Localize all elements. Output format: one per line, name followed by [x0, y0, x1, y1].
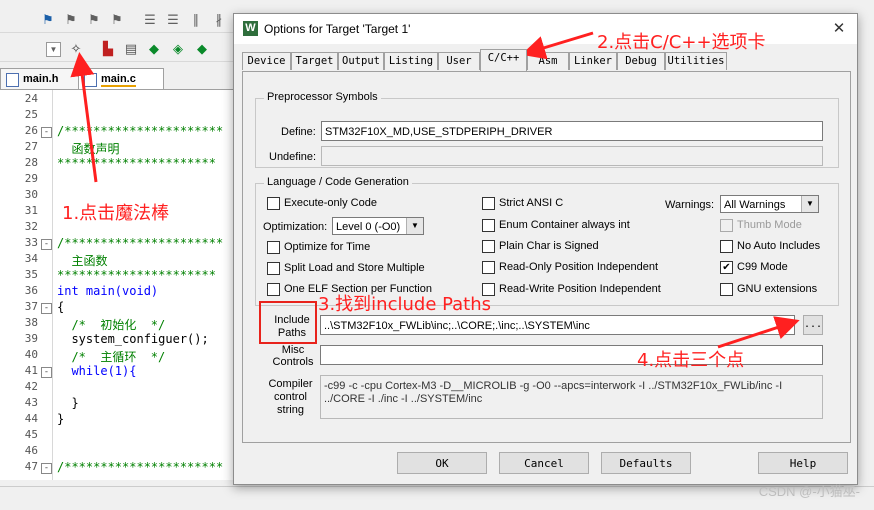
- annotation-arrows: [70, 31, 800, 349]
- annotation-step3: 3.找到include Paths: [318, 294, 492, 315]
- arrow-to-browse-button: [717, 316, 800, 349]
- csdn-watermark: CSDN @-小猫巫-: [758, 484, 860, 499]
- annotation-step4: 4.点击三个点: [637, 350, 745, 371]
- tab-c-c-[interactable]: C/C++: [480, 49, 527, 71]
- include-paths-highlight: [259, 301, 317, 344]
- arrow-to-magic-wand: [70, 52, 98, 183]
- annotation-step1: 1.点击魔法棒: [62, 203, 170, 224]
- annotation-step2: 2.点击C/C++选项卡: [597, 32, 766, 53]
- arrow-to-cc-tab: [521, 31, 594, 60]
